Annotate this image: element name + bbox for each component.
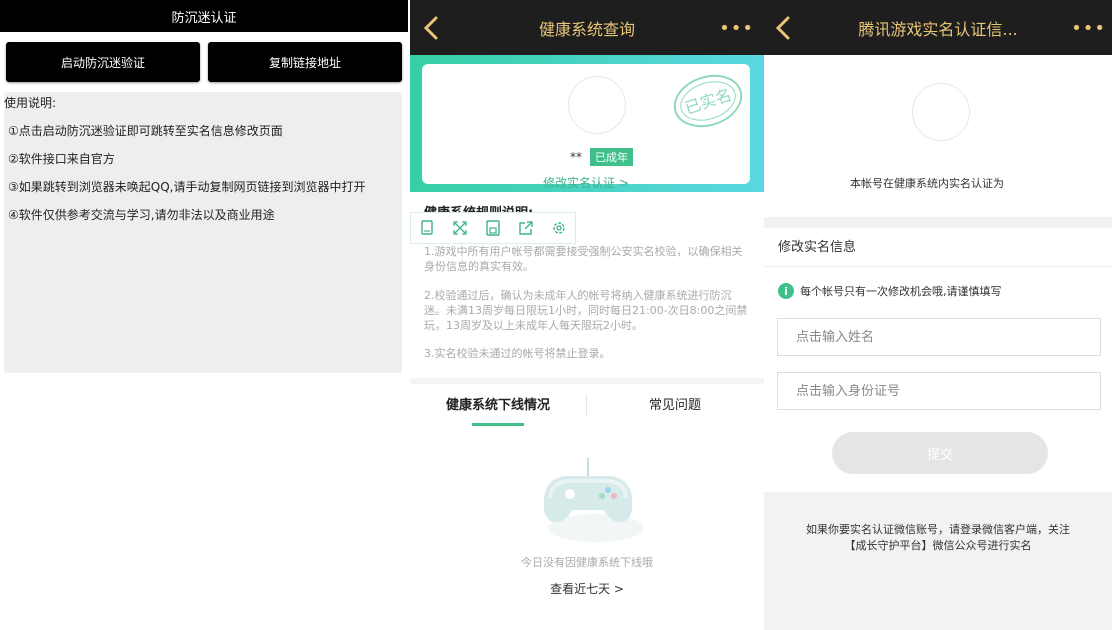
- wechat-footer-note: 如果你要实名认证微信账号，请登录微信客户端，关注 【成长守护平台】微信公众号进行…: [764, 522, 1112, 554]
- gamepad-icon: [543, 458, 644, 542]
- usage-line: ④软件仅供参考交流与学习,请勿非法以及商业用途: [8, 208, 275, 222]
- launch-verification-button[interactable]: 启动防沉迷验证: [6, 42, 200, 82]
- usage-header: 使用说明:: [4, 96, 57, 110]
- nav-bar: 腾讯游戏实名认证信... •••: [764, 0, 1112, 55]
- tab-bar: 健康系统下线情况 常见问题: [410, 384, 764, 427]
- modify-realname-form: 修改实名信息 i 每个帐号只有一次修改机会哦,请谨慎填写 提交: [764, 228, 1112, 492]
- footer-line: 【成长守护平台】微信公众号进行实名: [844, 539, 1032, 552]
- health-system-query-panel: 健康系统查询 ••• ** 已成年 修改实名认证 > 已实名 健康系统规则说明:…: [410, 0, 764, 630]
- info-icon: i: [778, 283, 794, 299]
- realname-status-text: 本帐号在健康系统内实名认证为: [850, 177, 1004, 190]
- more-icon[interactable]: •••: [719, 18, 754, 39]
- action-buttons: 启动防沉迷验证 复制链接地址: [0, 32, 408, 82]
- id-number-input[interactable]: [777, 372, 1101, 410]
- notice-text: 每个帐号只有一次修改机会哦,请谨慎填写: [800, 285, 1002, 298]
- section-title: 修改实名信息: [778, 240, 857, 255]
- modify-realname-link[interactable]: 修改实名认证 >: [422, 174, 750, 191]
- share-icon[interactable]: [509, 213, 542, 243]
- fullscreen-icon[interactable]: [444, 213, 477, 243]
- avatar: [568, 76, 626, 134]
- save-icon[interactable]: [477, 213, 510, 243]
- footer-line: 如果你要实名认证微信账号，请登录微信客户端，关注: [806, 523, 1070, 536]
- more-icon[interactable]: •••: [1071, 18, 1106, 39]
- profile-banner: ** 已成年 修改实名认证 > 已实名: [410, 55, 764, 192]
- empty-state: 今日没有因健康系统下线哦 查看近七天 >: [410, 426, 764, 630]
- settings-gear-icon[interactable]: [542, 213, 575, 243]
- nav-bar: 健康系统查询 •••: [410, 0, 764, 55]
- view-seven-days-link[interactable]: 查看近七天 >: [410, 580, 764, 597]
- realname-verification-panel: 腾讯游戏实名认证信... ••• 本帐号在健康系统内实名认证为 修改实名信息 i…: [764, 0, 1112, 630]
- copy-link-button[interactable]: 复制链接地址: [208, 42, 402, 82]
- page-title: 腾讯游戏实名认证信...: [858, 19, 1018, 39]
- app-title-bar: 防沉迷认证: [0, 0, 408, 32]
- name-input[interactable]: [777, 318, 1101, 356]
- account-status-section: 本帐号在健康系统内实名认证为: [764, 55, 1112, 217]
- floating-toolbar: [410, 212, 576, 244]
- usage-line: ③如果跳转到浏览器未唤起QQ,请手动复制网页链接到浏览器中打开: [8, 180, 366, 194]
- submit-button[interactable]: 提交: [832, 432, 1048, 474]
- tab-faq[interactable]: 常见问题: [649, 394, 701, 413]
- avatar: [912, 83, 970, 141]
- rule-item: 2.校验通过后，确认为未成年人的帐号将纳入健康系统进行防沉迷。未满13周岁每日限…: [424, 289, 748, 332]
- verified-stamp-icon: 已实名: [673, 74, 743, 128]
- notice: i 每个帐号只有一次修改机会哦,请谨慎填写: [778, 283, 1002, 299]
- profile-card: ** 已成年 修改实名认证 > 已实名: [422, 64, 750, 190]
- usage-line: ①点击启动防沉迷验证即可跳转至实名信息修改页面: [8, 124, 283, 138]
- usage-line: ②软件接口来自官方: [8, 152, 115, 166]
- divider: [764, 266, 1112, 267]
- usage-instructions: 使用说明: ①点击启动防沉迷验证即可跳转至实名信息修改页面 ②软件接口来自官方 …: [4, 92, 402, 373]
- app-title: 防沉迷认证: [171, 10, 237, 26]
- copy-icon[interactable]: [411, 213, 444, 243]
- tab-divider: [586, 394, 587, 416]
- rule-item: 1.游戏中所有用户帐号都需要接受强制公安实名校验，以确保相关身份信息的真实有效。: [424, 245, 743, 273]
- empty-state-text: 今日没有因健康系统下线哦: [521, 556, 653, 569]
- adult-badge: 已成年: [590, 148, 633, 166]
- tab-offline-status[interactable]: 健康系统下线情况: [446, 394, 550, 413]
- rule-item: 3.实名校验未通过的帐号将禁止登录。: [424, 347, 611, 360]
- page-title: 健康系统查询: [538, 19, 635, 39]
- anti-addiction-app-panel: 防沉迷认证 启动防沉迷验证 复制链接地址 使用说明: ①点击启动防沉迷验证即可跳…: [0, 0, 408, 630]
- user-name: **: [570, 150, 582, 164]
